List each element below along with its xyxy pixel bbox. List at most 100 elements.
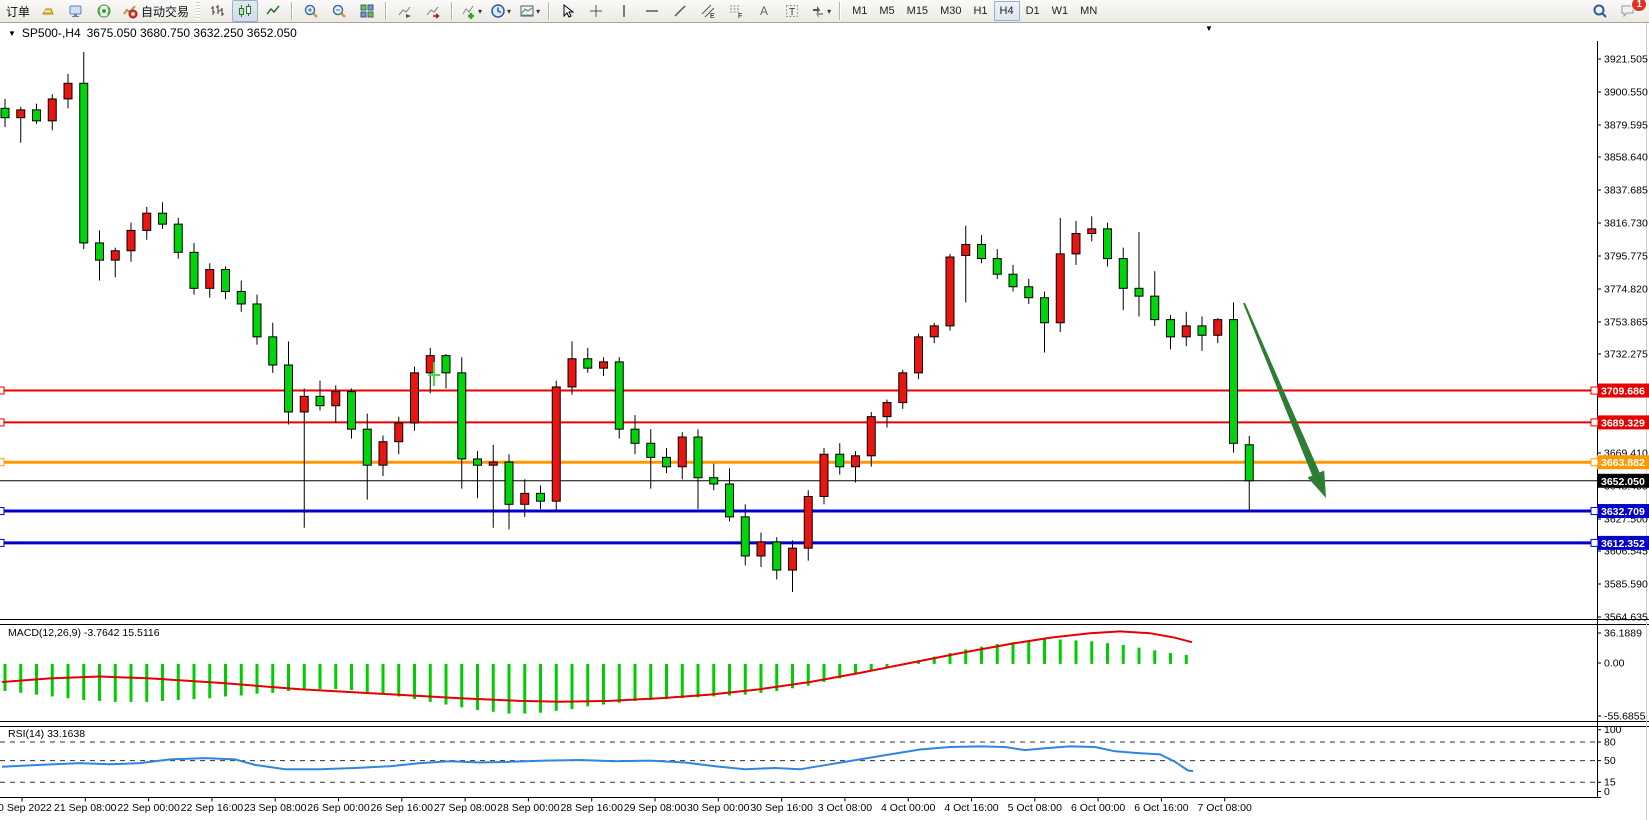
candle-body <box>127 230 135 250</box>
time-axis-label: 26 Sep 00:00 <box>307 802 370 814</box>
hline-price-badge-handle[interactable] <box>1591 459 1598 466</box>
candle-body <box>647 443 655 457</box>
time-axis-label: 7 Oct 08:00 <box>1198 802 1252 814</box>
candle-body <box>411 373 419 423</box>
candle-body <box>820 454 828 496</box>
chart-canvas[interactable]: 3921.5053900.5503879.5953858.6403837.685… <box>0 0 1649 820</box>
time-axis-label: 5 Oct 08:00 <box>1008 802 1062 814</box>
hline-left-handle[interactable] <box>0 419 4 426</box>
rsi-line <box>2 746 1193 771</box>
candle-body <box>17 110 25 118</box>
time-axis-label: 21 Sep 08:00 <box>54 802 117 814</box>
candle-body <box>64 83 72 99</box>
candle-body <box>222 270 230 292</box>
hline-left-handle[interactable] <box>0 387 4 394</box>
candle-body <box>804 496 812 548</box>
time-axis-label: 4 Oct 16:00 <box>944 802 998 814</box>
candle-body <box>1041 298 1049 323</box>
candle-body <box>852 456 860 467</box>
candle-body <box>1151 296 1159 319</box>
candle-body <box>1245 445 1253 481</box>
candle-body <box>237 291 245 304</box>
candle-body <box>458 373 466 459</box>
time-axis-label: 4 Oct 00:00 <box>881 802 935 814</box>
candle-body <box>615 362 623 429</box>
hline-price-badge-label: 3632.709 <box>1601 506 1645 518</box>
candle-body <box>1135 288 1143 296</box>
candle-body <box>206 270 214 289</box>
candle-body <box>159 213 167 224</box>
candle-body <box>442 356 450 373</box>
hline-price-badge-handle[interactable] <box>1591 419 1598 426</box>
price-axis-label: 3879.595 <box>1604 120 1648 132</box>
price-axis-label: 3732.275 <box>1604 349 1648 361</box>
rsi-axis-label: 50 <box>1604 755 1616 767</box>
price-axis-label: 3564.635 <box>1604 612 1648 624</box>
candle-body <box>363 429 371 465</box>
candle-body <box>1025 287 1033 298</box>
candle-body <box>741 517 749 556</box>
candle-body <box>1182 326 1190 337</box>
price-axis-label: 3753.865 <box>1604 317 1648 329</box>
candle-body <box>33 110 41 121</box>
candle-body <box>143 213 151 230</box>
hline-price-badge-handle[interactable] <box>1591 508 1598 515</box>
candle-body <box>1056 254 1064 323</box>
macd-axis-label: 0.00 <box>1604 658 1625 670</box>
candle-body <box>80 83 88 243</box>
candle-body <box>930 326 938 337</box>
candle-body <box>1072 234 1080 254</box>
time-axis-label: 30 Sep 00:00 <box>687 802 750 814</box>
rsi-indicator-label: RSI(14) 33.1638 <box>8 728 85 740</box>
candle-body <box>867 417 875 456</box>
candle-body <box>710 478 718 484</box>
candle-body <box>379 442 387 465</box>
candle-body <box>48 99 56 121</box>
macd-signal-line <box>2 631 1192 701</box>
candle-body <box>285 365 293 412</box>
candle-body <box>552 387 560 501</box>
time-axis-label: 22 Sep 16:00 <box>181 802 244 814</box>
candle-body <box>962 244 970 255</box>
candle-body <box>1167 320 1175 337</box>
candle-body <box>174 224 182 252</box>
candle-body <box>694 437 702 478</box>
hline-price-badge-label: 3689.329 <box>1601 417 1645 429</box>
candle-body <box>395 423 403 442</box>
trend-arrow-annotation[interactable] <box>1243 303 1326 498</box>
candle-body <box>1 108 9 117</box>
rsi-axis-label: 0 <box>1604 786 1610 798</box>
candle-body <box>253 304 261 337</box>
price-axis-label: 3837.685 <box>1604 185 1648 197</box>
candle-body <box>584 359 592 368</box>
hline-left-handle[interactable] <box>0 539 4 546</box>
candle-body <box>269 337 277 365</box>
time-axis-label: 28 Sep 16:00 <box>560 802 623 814</box>
price-axis-label: 3858.640 <box>1604 152 1648 164</box>
price-axis-label: 3816.730 <box>1604 218 1648 230</box>
candle-body <box>726 484 734 517</box>
hline-price-badge-handle[interactable] <box>1591 539 1598 546</box>
bid-price-badge-label: 3652.050 <box>1601 476 1645 488</box>
time-axis-label: 26 Sep 16:00 <box>371 802 434 814</box>
time-axis-label: 20 Sep 2022 <box>0 802 52 814</box>
candle-body <box>600 362 608 368</box>
rsi-axis-label: 100 <box>1604 724 1622 736</box>
time-axis-label: 22 Sep 00:00 <box>117 802 180 814</box>
candle-body <box>537 493 545 501</box>
candle-body <box>505 462 513 504</box>
hline-left-handle[interactable] <box>0 459 4 466</box>
candle-body <box>1214 320 1222 336</box>
time-axis-label: 23 Sep 08:00 <box>244 802 307 814</box>
hline-price-badge-label: 3612.352 <box>1601 538 1645 550</box>
time-axis-label: 30 Sep 16:00 <box>750 802 813 814</box>
candle-body <box>1198 326 1206 335</box>
candle-body <box>111 251 119 260</box>
hline-left-handle[interactable] <box>0 508 4 515</box>
hline-price-badge-handle[interactable] <box>1591 387 1598 394</box>
candle-body <box>993 259 1001 275</box>
price-axis-label: 3774.820 <box>1604 284 1648 296</box>
candle-body <box>489 462 497 465</box>
candle-body <box>316 396 324 405</box>
candle-body <box>899 373 907 403</box>
